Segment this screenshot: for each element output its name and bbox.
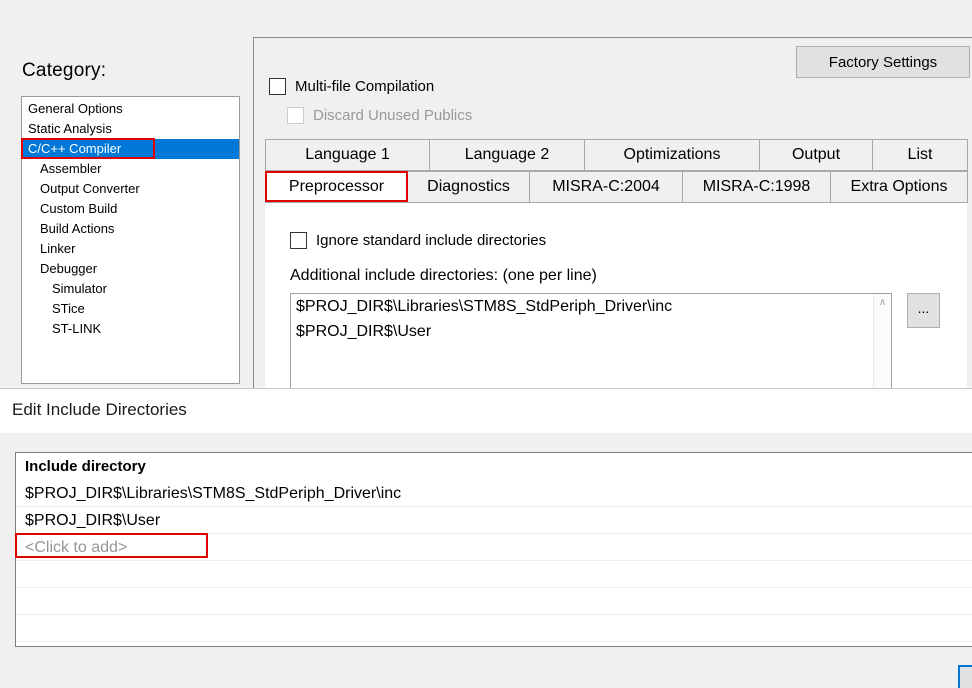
tab-preprocessor[interactable]: Preprocessor (265, 171, 408, 203)
checkbox-icon-multi-file-compilation[interactable] (269, 78, 286, 95)
list-item-empty[interactable] (16, 588, 972, 615)
category-label: Category: (22, 60, 107, 81)
browse-include-directories-button[interactable]: ... (907, 293, 940, 328)
sidebar-item-output-converter[interactable]: Output Converter (22, 179, 239, 199)
tab-optimizations[interactable]: Optimizations (585, 139, 760, 171)
sidebar-item-build-actions[interactable]: Build Actions (22, 219, 239, 239)
sidebar-item-debugger[interactable]: Debugger (22, 259, 239, 279)
tab-misra-c-1998[interactable]: MISRA-C:1998 (683, 171, 831, 203)
preprocessor-tab-panel: Ignore standard include directories Addi… (265, 202, 967, 388)
include-line-1: $PROJ_DIR$\Libraries\STM8S_StdPeriph_Dri… (296, 298, 673, 315)
sidebar-item-st-link[interactable]: ST-LINK (22, 319, 239, 339)
list-item[interactable]: $PROJ_DIR$\Libraries\STM8S_StdPeriph_Dri… (16, 480, 972, 507)
sidebar-item-linker[interactable]: Linker (22, 239, 239, 259)
column-header-include-directory: Include directory (16, 453, 972, 480)
edit-include-directories-dialog: Edit Include Directories Include directo… (0, 388, 972, 688)
tab-extra-options[interactable]: Extra Options (831, 171, 968, 203)
additional-include-directories-label: Additional include directories: (one per… (290, 267, 597, 284)
tab-diagnostics[interactable]: Diagnostics (408, 171, 530, 203)
iar-options-window: Category: General Options Static Analysi… (0, 0, 972, 388)
default-focused-button[interactable] (958, 665, 972, 688)
sidebar-item-c-cpp-compiler[interactable]: C/C++ Compiler (22, 139, 239, 159)
include-directory-list[interactable]: Include directory $PROJ_DIR$\Libraries\S… (15, 452, 972, 647)
discard-unused-publics-row: Discard Unused Publics (287, 107, 472, 124)
ignore-standard-include-row[interactable]: Ignore standard include directories (290, 232, 546, 249)
include-line-2: $PROJ_DIR$\User (296, 323, 432, 340)
tab-language-2[interactable]: Language 2 (430, 139, 585, 171)
edit-dialog-titlebar: Edit Include Directories (0, 389, 972, 433)
chevron-up-icon[interactable]: ∧ (874, 294, 891, 311)
additional-include-directories-input[interactable]: $PROJ_DIR$\Libraries\STM8S_StdPeriph_Dri… (290, 293, 892, 388)
list-item[interactable]: $PROJ_DIR$\User (16, 507, 972, 534)
list-item-empty[interactable] (16, 615, 972, 642)
multi-file-compilation-row[interactable]: Multi-file Compilation (269, 78, 434, 95)
discard-unused-publics-label: Discard Unused Publics (313, 107, 473, 124)
list-item-empty[interactable] (16, 561, 972, 588)
sidebar-item-static-analysis[interactable]: Static Analysis (22, 119, 239, 139)
tab-output[interactable]: Output (760, 139, 873, 171)
click-to-add-row[interactable]: <Click to add> (16, 534, 972, 561)
compiler-tab-strip: Language 1 Language 2 Optimizations Outp… (265, 139, 968, 203)
category-list[interactable]: General Options Static Analysis C/C++ Co… (21, 96, 240, 384)
factory-settings-button[interactable]: Factory Settings (796, 46, 970, 78)
tab-row-upper: Language 1 Language 2 Optimizations Outp… (265, 139, 968, 171)
tab-list[interactable]: List (873, 139, 968, 171)
checkbox-icon-discard-unused-publics (287, 107, 304, 124)
checkbox-icon-ignore-standard-include[interactable] (290, 232, 307, 249)
sidebar-item-general-options[interactable]: General Options (22, 99, 239, 119)
tab-language-1[interactable]: Language 1 (265, 139, 430, 171)
sidebar-item-custom-build[interactable]: Custom Build (22, 199, 239, 219)
sidebar-item-assembler[interactable]: Assembler (22, 159, 239, 179)
ignore-standard-include-label: Ignore standard include directories (316, 232, 547, 249)
tab-row-lower: Preprocessor Diagnostics MISRA-C:2004 MI… (265, 171, 968, 203)
tab-misra-c-2004[interactable]: MISRA-C:2004 (530, 171, 683, 203)
sidebar-item-simulator[interactable]: Simulator (22, 279, 239, 299)
compiler-settings-group: Factory Settings Multi-file Compilation … (253, 37, 972, 388)
edit-dialog-title: Edit Include Directories (12, 400, 187, 419)
sidebar-item-stice[interactable]: STice (22, 299, 239, 319)
multi-file-compilation-label: Multi-file Compilation (295, 78, 435, 95)
include-textarea-scrollbar[interactable]: ∧ (873, 294, 891, 388)
